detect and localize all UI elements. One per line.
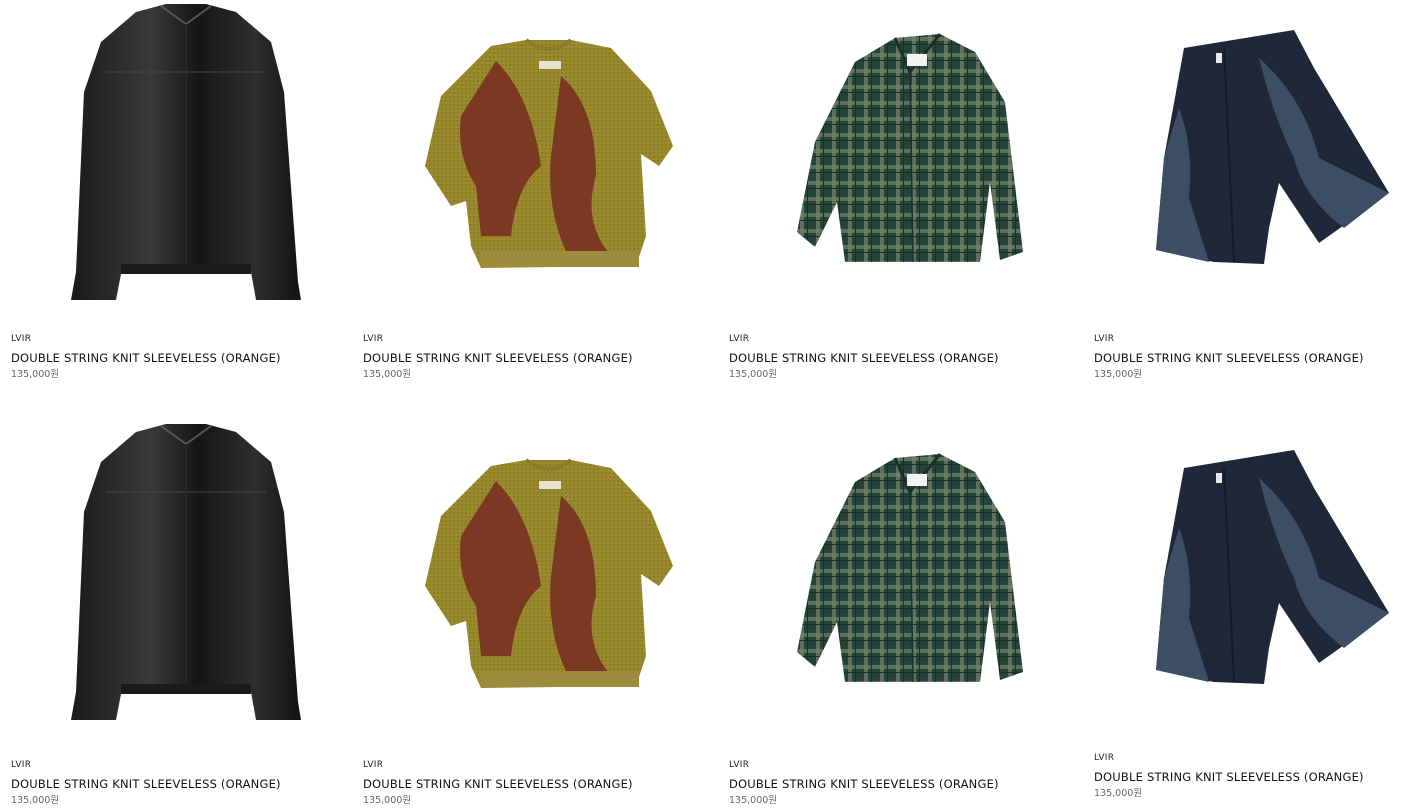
product-brand: LVIR	[729, 334, 750, 344]
product-price: 135,000원	[363, 369, 412, 380]
product-card[interactable]: LVIR DOUBLE STRING KNIT SLEEVELESS (ORAN…	[363, 420, 703, 808]
product-image-navy-panel-shorts[interactable]	[1154, 448, 1390, 684]
product-name[interactable]: DOUBLE STRING KNIT SLEEVELESS (ORANGE)	[363, 351, 633, 365]
product-card[interactable]: LVIR DOUBLE STRING KNIT SLEEVELESS (ORAN…	[729, 420, 1069, 808]
product-image-green-check-shirt[interactable]	[795, 32, 1027, 266]
product-card[interactable]: LVIR DOUBLE STRING KNIT SLEEVELESS (ORAN…	[11, 420, 341, 808]
product-card[interactable]: LVIR DOUBLE STRING KNIT SLEEVELESS (ORAN…	[1094, 420, 1394, 808]
product-brand: LVIR	[11, 334, 32, 344]
product-name[interactable]: DOUBLE STRING KNIT SLEEVELESS (ORANGE)	[1094, 770, 1364, 784]
product-card[interactable]: LVIR DOUBLE STRING KNIT SLEEVELESS (ORAN…	[363, 0, 703, 390]
product-price: 135,000원	[729, 795, 778, 806]
product-price: 135,000원	[729, 369, 778, 380]
product-brand: LVIR	[363, 760, 384, 770]
product-name[interactable]: DOUBLE STRING KNIT SLEEVELESS (ORANGE)	[11, 351, 281, 365]
product-image-black-leather-jacket[interactable]	[66, 2, 306, 302]
product-brand: LVIR	[363, 334, 384, 344]
product-image-green-check-shirt[interactable]	[795, 452, 1027, 686]
product-card[interactable]: LVIR DOUBLE STRING KNIT SLEEVELESS (ORAN…	[729, 0, 1069, 390]
product-brand: LVIR	[1094, 334, 1115, 344]
product-name[interactable]: DOUBLE STRING KNIT SLEEVELESS (ORANGE)	[729, 777, 999, 791]
product-name[interactable]: DOUBLE STRING KNIT SLEEVELESS (ORANGE)	[729, 351, 999, 365]
product-name[interactable]: DOUBLE STRING KNIT SLEEVELESS (ORANGE)	[363, 777, 633, 791]
product-price: 135,000원	[1094, 369, 1143, 380]
product-card[interactable]: LVIR DOUBLE STRING KNIT SLEEVELESS (ORAN…	[1094, 0, 1394, 390]
product-image-olive-brown-knit-top[interactable]	[421, 456, 677, 690]
product-image-black-leather-jacket[interactable]	[66, 422, 306, 722]
product-price: 135,000원	[363, 795, 412, 806]
product-brand: LVIR	[1094, 753, 1115, 763]
product-name[interactable]: DOUBLE STRING KNIT SLEEVELESS (ORANGE)	[1094, 351, 1364, 365]
product-card[interactable]: LVIR DOUBLE STRING KNIT SLEEVELESS (ORAN…	[11, 0, 341, 390]
product-brand: LVIR	[11, 760, 32, 770]
product-price: 135,000원	[11, 369, 60, 380]
product-image-navy-panel-shorts[interactable]	[1154, 28, 1390, 264]
product-price: 135,000원	[11, 795, 60, 806]
product-brand: LVIR	[729, 760, 750, 770]
product-price: 135,000원	[1094, 788, 1143, 799]
product-name[interactable]: DOUBLE STRING KNIT SLEEVELESS (ORANGE)	[11, 777, 281, 791]
product-image-olive-brown-knit-top[interactable]	[421, 36, 677, 270]
